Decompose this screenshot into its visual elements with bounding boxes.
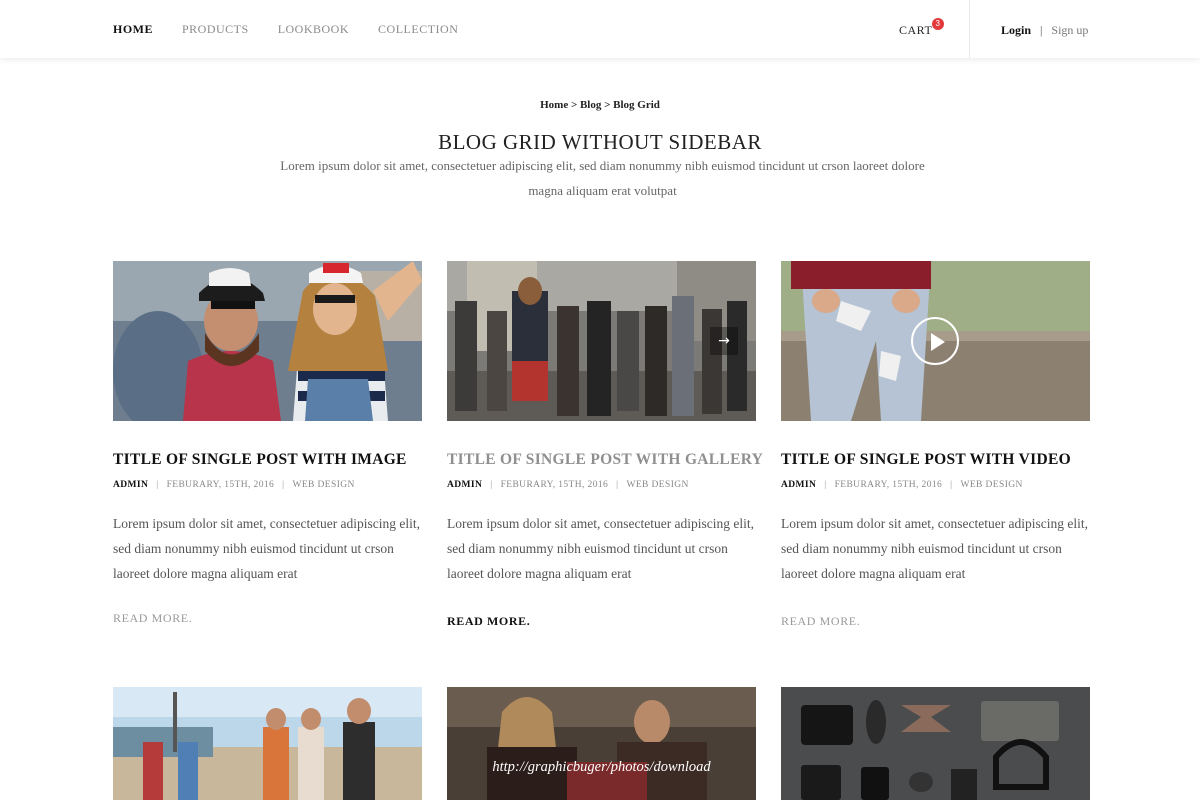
nav-home[interactable]: HOME — [113, 22, 153, 37]
post-date: FEBURARY, 15TH, 2016 — [834, 480, 943, 490]
post-thumbnail-video[interactable] — [781, 261, 1090, 421]
read-more-link[interactable]: READ MORE. — [113, 611, 192, 626]
post-category[interactable]: WEB DESIGN — [292, 480, 354, 490]
header-divider — [969, 0, 970, 58]
post-excerpt: Lorem ipsum dolor sit amet, consectetuer… — [447, 516, 755, 581]
meta-separator: | — [824, 480, 827, 490]
cart-count-badge: 3 — [932, 18, 944, 30]
post-category[interactable]: WEB DESIGN — [960, 480, 1022, 490]
arrow-right-icon[interactable]: → — [710, 327, 738, 355]
post-card-row2-2: http://graphicbuger/photos/download — [447, 687, 756, 800]
meta-separator: | — [282, 480, 285, 490]
nav-lookbook[interactable]: LOOKBOOK — [278, 22, 349, 37]
post-meta: ADMIN | FEBURARY, 15TH, 2016 | WEB DESIG… — [781, 480, 1023, 490]
post-thumbnail[interactable] — [781, 687, 1090, 800]
post-card-gallery: → TITLE OF SINGLE POST WITH GALLERY ADMI… — [447, 261, 763, 641]
post-meta: ADMIN | FEBURARY, 15TH, 2016 | WEB DESIG… — [113, 480, 355, 490]
post-thumbnail[interactable]: http://graphicbuger/photos/download — [447, 687, 756, 800]
page-description: Lorem ipsum dolor sit amet, consectetuer… — [280, 158, 925, 198]
site-header: HOME PRODUCTS LOOKBOOK COLLECTION CART 3… — [0, 0, 1200, 58]
post-thumbnail-gallery[interactable]: → — [447, 261, 756, 421]
post-date: FEBURARY, 15TH, 2016 — [166, 480, 275, 490]
post-title[interactable]: TITLE OF SINGLE POST WITH VIDEO — [781, 451, 1071, 469]
auth-separator: | — [1040, 23, 1043, 37]
post-excerpt: Lorem ipsum dolor sit amet, consectetuer… — [781, 516, 1089, 581]
signup-link[interactable]: Sign up — [1051, 23, 1088, 38]
post-date: FEBURARY, 15TH, 2016 — [500, 480, 609, 490]
meta-separator: | — [616, 480, 619, 490]
play-icon[interactable] — [911, 317, 959, 365]
read-more-link[interactable]: READ MORE. — [781, 614, 860, 629]
post-card-video: TITLE OF SINGLE POST WITH VIDEO ADMIN | … — [781, 261, 1090, 641]
post-title[interactable]: TITLE OF SINGLE POST WITH IMAGE — [113, 451, 407, 469]
nav-products[interactable]: PRODUCTS — [182, 22, 249, 37]
meta-separator: | — [490, 480, 493, 490]
post-card-image: TITLE OF SINGLE POST WITH IMAGE ADMIN | … — [113, 261, 422, 641]
post-card-row2-1 — [113, 687, 422, 800]
meta-separator: | — [950, 480, 953, 490]
post-thumbnail-image[interactable] — [113, 261, 422, 421]
post-author[interactable]: ADMIN — [113, 480, 148, 490]
page-title: BLOG GRID WITHOUT SIDEBAR — [438, 130, 762, 154]
nav-collection[interactable]: COLLECTION — [378, 22, 458, 37]
cart-label: CART — [899, 23, 933, 37]
read-more-link[interactable]: READ MORE. — [447, 614, 530, 629]
post-card-row2-3 — [781, 687, 1090, 800]
thumbnail-caption: http://graphicbuger/photos/download — [492, 759, 711, 775]
post-author[interactable]: ADMIN — [781, 480, 816, 490]
post-excerpt: Lorem ipsum dolor sit amet, consectetuer… — [113, 516, 421, 581]
auth-links: Login | Sign up — [1001, 23, 1088, 38]
post-thumbnail[interactable] — [113, 687, 422, 800]
post-category[interactable]: WEB DESIGN — [626, 480, 688, 490]
cart-link[interactable]: CART 3 — [899, 18, 944, 38]
login-link[interactable]: Login — [1001, 23, 1031, 38]
post-meta: ADMIN | FEBURARY, 15TH, 2016 | WEB DESIG… — [447, 480, 689, 490]
post-author[interactable]: ADMIN — [447, 480, 482, 490]
main-nav: HOME PRODUCTS LOOKBOOK COLLECTION — [113, 22, 458, 37]
breadcrumb[interactable]: Home > Blog > Blog Grid — [0, 99, 1200, 111]
post-title[interactable]: TITLE OF SINGLE POST WITH GALLERY — [447, 451, 763, 469]
meta-separator: | — [156, 480, 159, 490]
